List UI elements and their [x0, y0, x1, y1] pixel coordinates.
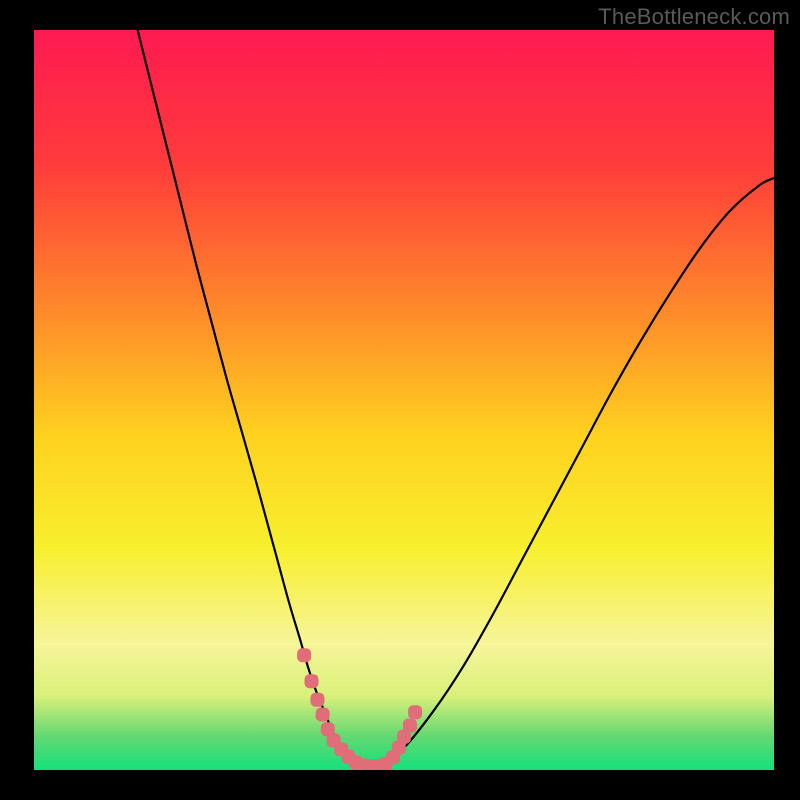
highlight-dot: [408, 705, 422, 719]
highlight-dot: [305, 674, 319, 688]
outer-frame: TheBottleneck.com: [0, 0, 800, 800]
bottleneck-chart: [34, 30, 774, 770]
gradient-background: [34, 30, 774, 770]
highlight-dot: [316, 708, 330, 722]
watermark-text: TheBottleneck.com: [598, 4, 790, 30]
highlight-dot: [297, 648, 311, 662]
highlight-dot: [403, 719, 417, 733]
highlight-dot: [310, 693, 324, 707]
plot-area: [34, 30, 774, 770]
